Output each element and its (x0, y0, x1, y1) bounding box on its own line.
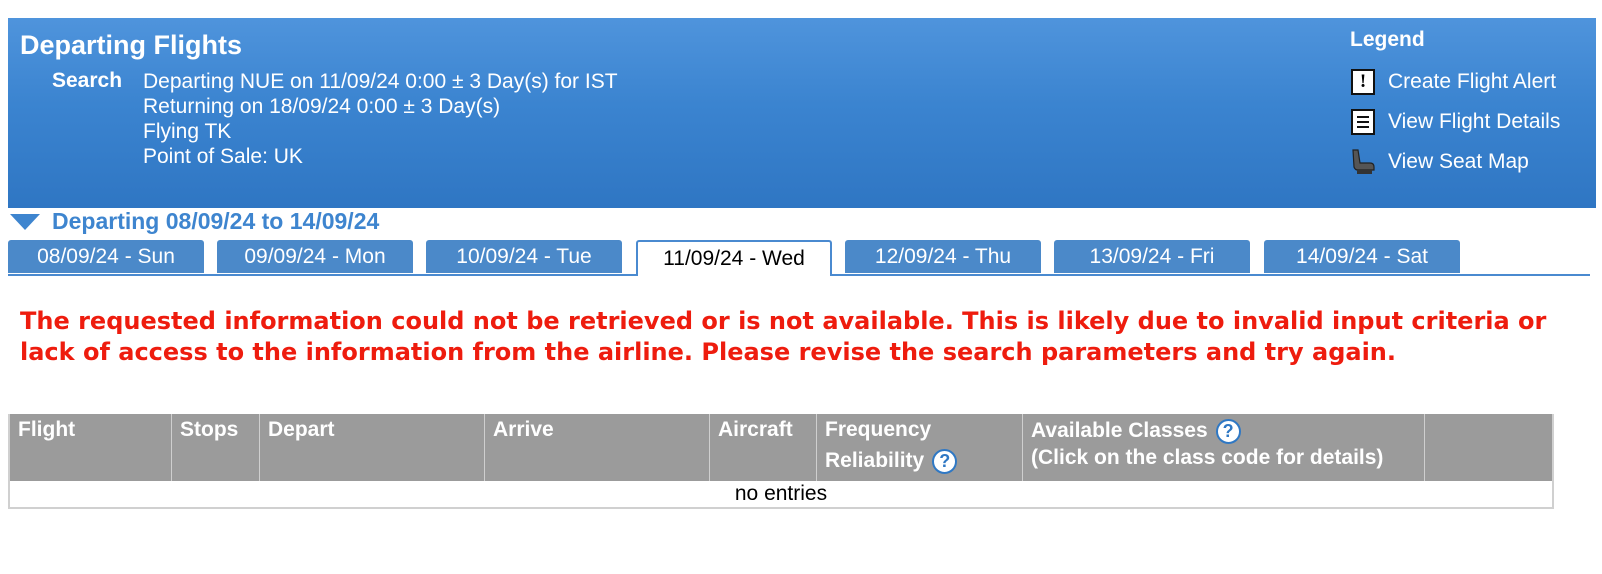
available-classes-label: Available Classes (1031, 419, 1208, 442)
class-hint: (Click on the class code for details) (1031, 446, 1384, 469)
search-label: Search (52, 69, 123, 92)
legend: Legend ! Create Flight Alert View Flight… (1350, 28, 1560, 182)
flight-alert-icon: ! (1350, 69, 1376, 95)
column-aircraft: Aircraft (710, 414, 817, 481)
date-tabs: 08/09/24 - Sun 09/09/24 - Mon 10/09/24 -… (8, 240, 1590, 276)
tab-date-4[interactable]: 12/09/24 - Thu (845, 240, 1041, 273)
page-title: Departing Flights (20, 30, 242, 60)
departing-heading: Departing 08/09/24 to 14/09/24 (52, 208, 380, 234)
tab-date-3-active[interactable]: 11/09/24 - Wed (636, 240, 832, 276)
empty-row: no entries (734, 482, 828, 505)
tab-date-1[interactable]: 09/09/24 - Mon (217, 240, 413, 273)
search-line-departing: Departing NUE on 11/09/24 0:00 ± 3 Day(s… (143, 70, 618, 93)
departing-section-toggle[interactable]: Departing 08/09/24 to 14/09/24 (10, 208, 379, 235)
column-arrive: Arrive (485, 414, 710, 481)
column-flight: Flight (10, 414, 172, 481)
legend-label: View Flight Details (1388, 110, 1561, 133)
reliability-label: Reliability (825, 449, 925, 472)
collapse-triangle-icon (10, 213, 40, 230)
reliability-row: Reliability? (825, 447, 1014, 474)
legend-title: Legend (1350, 28, 1425, 51)
flight-details-icon (1350, 109, 1376, 135)
seat-map-icon (1350, 149, 1376, 175)
table-header: Flight Stops Depart Arrive Aircraft Freq… (10, 414, 1552, 481)
help-icon[interactable]: ? (1215, 418, 1241, 444)
legend-label: Create Flight Alert (1388, 70, 1557, 93)
frequency-label: Frequency (825, 418, 932, 441)
error-message: The requested information could not be r… (20, 307, 1547, 366)
search-line-point-of-sale: Point of Sale: UK (143, 145, 303, 168)
help-icon[interactable]: ? (932, 448, 958, 474)
tab-date-5[interactable]: 13/09/24 - Fri (1054, 240, 1250, 273)
search-summary-panel: Departing Flights Search Departing NUE o… (8, 18, 1596, 208)
legend-view-seat-map[interactable]: View Seat Map (1350, 142, 1560, 182)
search-line-returning: Returning on 18/09/24 0:00 ± 3 Day(s) (143, 95, 501, 118)
tab-date-6[interactable]: 14/09/24 - Sat (1264, 240, 1460, 273)
search-criteria: Departing NUE on 11/09/24 0:00 ± 3 Day(s… (143, 69, 618, 169)
column-stops: Stops (172, 414, 260, 481)
column-available-classes: Available Classes? (Click on the class c… (1023, 414, 1425, 481)
column-extra (1425, 414, 1552, 481)
legend-label: View Seat Map (1388, 150, 1529, 173)
column-depart: Depart (260, 414, 485, 481)
available-classes-row: Available Classes? (1031, 417, 1416, 444)
legend-create-flight-alert[interactable]: ! Create Flight Alert (1350, 62, 1560, 102)
tab-date-0[interactable]: 08/09/24 - Sun (8, 240, 204, 273)
legend-view-flight-details[interactable]: View Flight Details (1350, 102, 1560, 142)
flights-table: Flight Stops Depart Arrive Aircraft Freq… (8, 414, 1554, 509)
tab-date-2[interactable]: 10/09/24 - Tue (426, 240, 622, 273)
search-line-airline: Flying TK (143, 120, 232, 143)
column-frequency-reliability: Frequency Reliability? (817, 414, 1023, 481)
